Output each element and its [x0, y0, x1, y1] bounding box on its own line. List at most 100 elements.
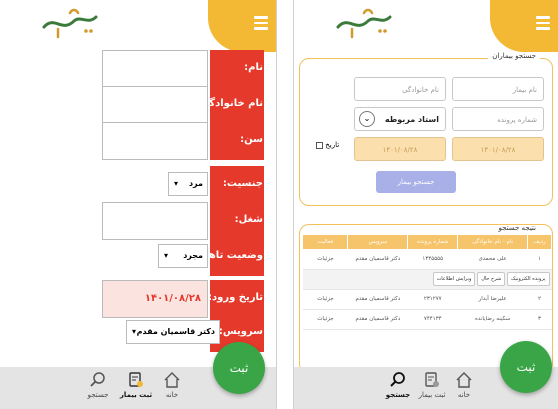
nav-register-patient[interactable]: ثبت بیمار [116, 371, 156, 399]
last-name-input[interactable] [102, 86, 208, 124]
home-icon [164, 372, 180, 388]
date-from-input[interactable]: ۱۴۰۱/۰۸/۲۸ [452, 137, 544, 161]
form-row-job: شغل: [102, 202, 264, 240]
last-name-label: نام خانوادگی: [195, 86, 264, 124]
first-name-input[interactable]: نام بیمار [452, 77, 544, 101]
marital-status-label: وضعیت تاهل: [196, 238, 264, 276]
column-header: سرویس [347, 235, 409, 249]
chevron-down-icon: ▾ [132, 327, 137, 336]
entry-date-input[interactable]: ۱۴۰۱/۰۸/۲۸ [102, 280, 208, 318]
table-header-row: ردیف نام - نام خانوادگی شماره پرونده سرو… [303, 235, 552, 249]
first-name-input[interactable] [102, 50, 208, 88]
hamburger-menu-icon[interactable] [254, 16, 268, 30]
professor-select[interactable]: استاد مربوطه ⌄ [354, 107, 446, 131]
patient-search-screen: جستجو بیماران نام بیمار نام خانوادگی شما… [293, 0, 558, 409]
form-row-age: سن: [102, 122, 264, 160]
app-logo [42, 8, 98, 39]
history-button[interactable]: شرح حال [477, 272, 506, 286]
row-service: دکتر قاسمیان مقدم [347, 289, 408, 310]
row-file-number: ۷۴۴۱۳۴ [407, 309, 458, 330]
search-panel-title: جستجو بیماران [488, 52, 540, 60]
form-row-last-name: نام خانوادگی: [102, 86, 264, 124]
nav-search-label: جستجو [87, 391, 109, 399]
submit-fab-button[interactable]: ثبت [500, 341, 552, 393]
date-checkbox-label: تاریخ [325, 141, 340, 149]
row-index: ۳ [527, 309, 552, 330]
nav-home[interactable]: خانه [152, 371, 192, 399]
last-name-input[interactable]: نام خانوادگی [354, 77, 446, 101]
table-row[interactable]: ۲ علیرضا آبدار ۲۳۱۲۷۷ دکتر قاسمیان مقدم … [303, 289, 552, 310]
hamburger-menu-icon[interactable] [536, 16, 550, 30]
nav-register-patient-label: ثبت بیمار [418, 391, 446, 399]
chevron-down-icon: ⌄ [359, 111, 375, 127]
service-select[interactable]: دکتر قاسمیان مقدم ▾ [126, 320, 220, 344]
file-number-input[interactable]: شماره پرونده [452, 107, 544, 131]
gender-select-value: مرد [188, 179, 203, 188]
job-input[interactable] [102, 202, 208, 240]
row-name: علی محمدی [457, 249, 528, 270]
search-icon [390, 372, 405, 387]
register-patient-icon [129, 372, 143, 387]
chevron-down-icon: ▾ [174, 179, 179, 188]
service-select-value: دکتر قاسمیان مقدم [136, 327, 215, 336]
nav-home-label: خانه [165, 391, 179, 399]
gender-select[interactable]: مرد ▾ [168, 172, 208, 196]
marital-status-select[interactable]: مجرد ▾ [158, 244, 208, 268]
submit-fab-button[interactable]: ثبت [213, 342, 265, 394]
row-file-number: ۱۳۴۵۵۵۵ [407, 249, 458, 270]
row-service: دکتر قاسمیان مقدم [347, 249, 408, 270]
row-details-link[interactable]: جزئیات [303, 309, 348, 330]
register-patient-icon [425, 372, 439, 387]
form-row-marital-status: وضعیت تاهل: مجرد ▾ [102, 238, 264, 276]
date-to-input[interactable]: ۱۴۰۱/۰۸/۲۸ [354, 137, 446, 161]
chevron-down-icon: ▾ [164, 251, 169, 260]
patient-registration-screen: نام: نام خانوادگی: سن: جنسیت: مرد ▾ شغل:… [0, 0, 277, 409]
gender-label: جنسیت: [210, 166, 264, 204]
home-icon [456, 372, 472, 388]
first-name-label: نام: [210, 50, 264, 88]
nav-home-label: خانه [457, 391, 471, 399]
column-header: شماره پرونده [407, 235, 459, 249]
nav-search[interactable]: جستجو [78, 371, 118, 399]
app-header [0, 0, 276, 52]
electronic-file-button[interactable]: پرونده الکترونیک [506, 272, 550, 286]
row-index: ۲ [527, 289, 552, 310]
app-logo [336, 8, 392, 39]
column-header: نام - نام خانوادگی [457, 235, 529, 249]
form-row-entry-date: تاریخ ورود: ۱۴۰۱/۰۸/۲۸ [102, 280, 264, 318]
results-table: ردیف نام - نام خانوادگی شماره پرونده سرو… [303, 235, 552, 330]
row-actions: پرونده الکترونیک شرح حال ویرایش اطلاعات [303, 269, 552, 290]
search-patients-panel: جستجو بیماران نام بیمار نام خانوادگی شما… [299, 52, 553, 206]
column-header: ردیف [527, 235, 552, 249]
header-accent-tab [490, 0, 558, 52]
entry-date-label: تاریخ ورود: [208, 280, 264, 318]
row-index: ۱ [527, 249, 552, 270]
table-row[interactable]: ۳ سکینه رضایانده ۷۴۴۱۳۴ دکتر قاسمیان مقد… [303, 309, 552, 330]
form-row-first-name: نام: [102, 50, 264, 88]
form-row-gender: جنسیت: مرد ▾ [102, 166, 264, 204]
nav-search-label: جستجو [385, 391, 411, 399]
job-label: شغل: [210, 202, 264, 240]
row-name: سکینه رضایانده [457, 309, 528, 330]
row-service: دکتر قاسمیان مقدم [347, 309, 408, 330]
header-accent-tab [208, 0, 276, 52]
nav-home[interactable]: خانه [444, 371, 484, 399]
age-input[interactable] [102, 122, 208, 160]
marital-status-select-value: مجرد [183, 251, 203, 260]
row-details-link[interactable]: جزئیات [303, 289, 348, 310]
row-details-link[interactable]: جزئیات [303, 249, 348, 270]
table-row[interactable]: ۱ علی محمدی ۱۳۴۵۵۵۵ دکتر قاسمیان مقدم جز… [303, 249, 552, 270]
column-header: فعالیت [303, 235, 349, 249]
age-label: سن: [210, 122, 264, 160]
results-panel-title: نتیجه جستجو [494, 225, 540, 232]
nav-register-patient-label: ثبت بیمار [119, 391, 153, 399]
edit-info-button[interactable]: ویرایش اطلاعات [432, 272, 476, 286]
professor-select-value: استاد مربوطه [384, 115, 439, 124]
row-name: علیرضا آبدار [457, 289, 528, 310]
checkbox-box[interactable] [316, 141, 323, 149]
row-file-number: ۲۳۱۲۷۷ [407, 289, 458, 310]
search-patient-button[interactable]: جستجو بیمار [376, 171, 456, 193]
date-filter-checkbox[interactable]: تاریخ [314, 141, 339, 149]
app-header [294, 0, 558, 52]
search-icon [90, 372, 105, 387]
